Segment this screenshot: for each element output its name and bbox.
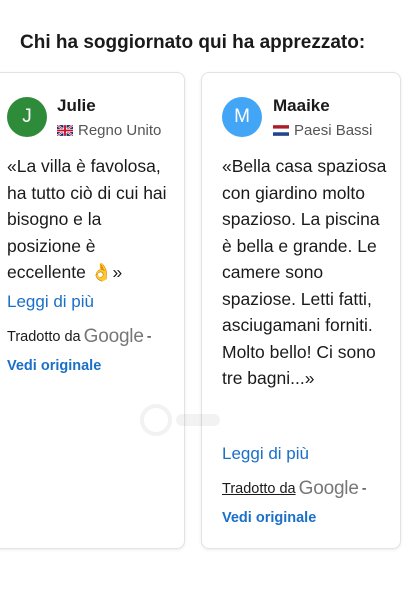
reviewer-country: Regno Unito: [57, 122, 161, 139]
uk-flag-icon: [57, 124, 73, 137]
review-text: «Bella casa spaziosa con giardino molto …: [222, 156, 387, 388]
avatar: M: [222, 97, 262, 137]
view-original-link[interactable]: Vedi originale: [222, 510, 316, 526]
avatar: J: [7, 97, 47, 137]
read-more-link[interactable]: Leggi di più: [7, 292, 94, 312]
separator-dash: -: [146, 329, 152, 345]
section-title: Chi ha soggiornato qui ha apprezzato:: [20, 32, 366, 53]
reviewer-country: Paesi Bassi: [273, 122, 372, 139]
translated-by-label: Tradotto da: [222, 481, 296, 497]
google-logo: Google: [83, 326, 144, 347]
netherlands-flag-icon: [273, 125, 289, 136]
country-label: Regno Unito: [78, 122, 162, 139]
reviewer-name: Julie: [57, 96, 96, 115]
review-card: M Maaike Paesi Bassi «Bella casa spazios…: [201, 72, 401, 549]
translation-attribution: Tradotto da Google -: [222, 478, 367, 500]
reviewer-name: Maaike: [273, 96, 330, 115]
view-original-link[interactable]: Vedi originale: [7, 358, 101, 374]
review-text: «La villa è favolosa, ha tutto ciò di cu…: [7, 156, 167, 282]
google-logo: Google: [298, 478, 359, 499]
read-more-link[interactable]: Leggi di più: [222, 444, 309, 464]
separator-dash: -: [361, 481, 367, 497]
translation-attribution: Tradotto da Google -: [7, 326, 152, 348]
country-label: Paesi Bassi: [294, 122, 373, 139]
translated-by-label: Tradotto da: [7, 329, 81, 345]
review-card: J Julie Regno Unito «La villa è favolosa…: [0, 72, 185, 549]
